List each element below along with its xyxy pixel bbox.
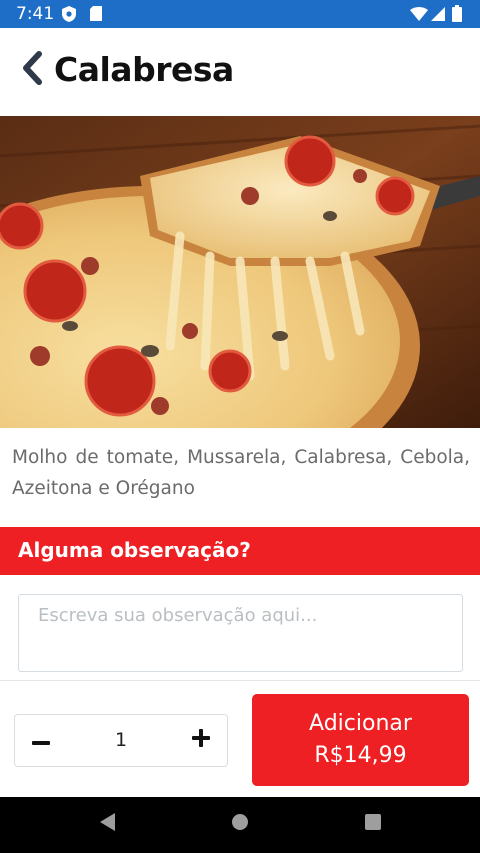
add-to-cart-button[interactable]: Adicionar R$14,99 [252,694,469,786]
back-button[interactable] [14,50,50,90]
add-button-price: R$14,99 [314,743,407,768]
minus-icon [32,732,50,750]
observation-input[interactable] [18,594,463,672]
notes-section-title: Alguma observação? [18,538,251,562]
home-circle-icon [231,813,249,836]
product-image [0,116,480,428]
nav-recents-button[interactable] [358,811,388,837]
chevron-left-icon [21,50,43,90]
battery-icon [452,5,462,27]
quantity-value: 1 [114,729,128,751]
nav-home-button[interactable] [225,811,255,837]
shield-notification-icon [62,6,76,27]
decrease-quantity-button[interactable] [17,715,65,766]
app-header: Calabresa [0,28,480,114]
bottom-action-bar: 1 Adicionar R$14,99 [0,680,480,797]
status-bar: 7:41 [0,0,480,28]
quantity-stepper: 1 [14,714,228,767]
nav-back-button[interactable] [92,811,122,837]
status-time: 7:41 [16,4,55,24]
product-description: Molho de tomate, Mussarela, Calabresa, C… [12,447,470,499]
wifi-icon [410,7,428,26]
cell-signal-icon [431,7,445,26]
notes-section-header: Alguma observação? [0,527,480,575]
pizza-slice-photo [0,116,480,428]
increase-quantity-button[interactable] [177,715,225,766]
page-title: Calabresa [54,50,234,89]
back-triangle-icon [98,812,116,837]
system-nav-bar [0,797,480,853]
sd-card-icon [90,6,102,26]
recents-square-icon [364,813,382,836]
plus-icon [192,729,210,752]
add-button-label: Adicionar [309,711,412,736]
